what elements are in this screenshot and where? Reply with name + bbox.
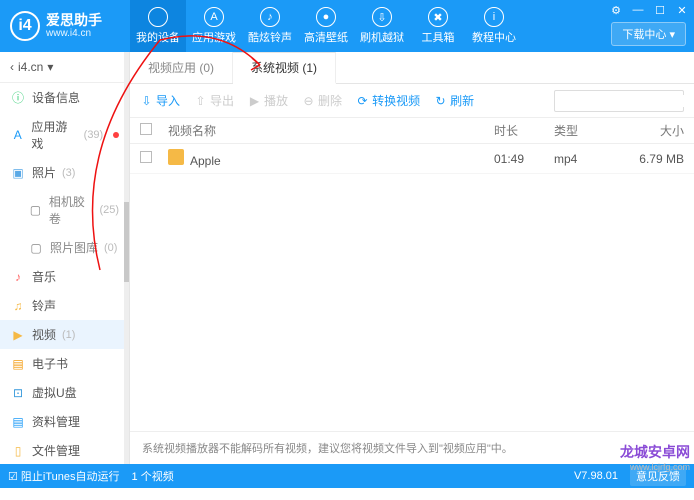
minimize-icon[interactable]: — (630, 2, 646, 18)
convert-icon: ⟳ (356, 94, 369, 107)
sidebar-item-照片图库[interactable]: ▢照片图库 (0) (0, 233, 129, 262)
chevron-down-icon: ▾ (669, 29, 675, 41)
logo-icon: i4 (10, 11, 40, 41)
sidebar-item-音乐[interactable]: ♪音乐 (0, 262, 129, 291)
nav-icon: ✖ (428, 7, 448, 27)
nav-icon: ● (316, 7, 336, 27)
folder-icon: ▢ (28, 240, 44, 256)
delete-button[interactable]: ⊖删除 (302, 92, 342, 109)
sidebar-icon: ♪ (10, 269, 26, 285)
nav-icon: A (204, 7, 224, 27)
nav-高清壁纸[interactable]: ●高清壁纸 (298, 0, 354, 52)
sidebar-item-资料管理[interactable]: ▤资料管理 (0, 407, 129, 436)
sidebar-icon: ▶ (10, 327, 26, 343)
sidebar-icon: A (10, 127, 25, 143)
table-row[interactable]: Apple01:49mp46.79 MB (130, 144, 694, 174)
app-header: i4 爱思助手 www.i4.cn 我的设备A应用游戏♪酷炫铃声●高清壁纸⇩刷机… (0, 0, 694, 52)
tab-系统视频[interactable]: 系统视频 (1) (233, 52, 336, 84)
refresh-icon: ↻ (434, 94, 447, 107)
nav-刷机越狱[interactable]: ⇩刷机越狱 (354, 0, 410, 52)
sidebar-scrollbar[interactable] (124, 52, 129, 464)
search-input[interactable] (559, 95, 694, 107)
sidebar-icon: ▤ (10, 356, 26, 372)
sidebar-item-视频[interactable]: ▶视频 (1) (0, 320, 129, 349)
col-duration[interactable]: 时长 (494, 122, 554, 139)
select-all-checkbox[interactable] (140, 123, 152, 135)
sidebar-item-相机胶卷[interactable]: ▢相机胶卷 (25) (0, 187, 129, 233)
chevron-down-icon: ▾ (47, 60, 53, 74)
col-size[interactable]: 大小 (614, 122, 684, 139)
sidebar-icon: ⊡ (10, 385, 26, 401)
export-button[interactable]: ⇧导出 (194, 92, 234, 109)
col-type[interactable]: 类型 (554, 122, 614, 139)
sidebar-item-电子书[interactable]: ▤电子书 (0, 349, 129, 378)
app-url: www.i4.cn (46, 28, 102, 39)
nav-icon: i (484, 7, 504, 27)
row-checkbox[interactable] (140, 151, 152, 163)
nav-icon: ⇩ (372, 7, 392, 27)
sidebar-item-虚拟U盘[interactable]: ⊡虚拟U盘 (0, 378, 129, 407)
sidebar-icon: ⓘ (10, 90, 26, 106)
item-count: 1 个视频 (132, 468, 174, 484)
sidebar-item-应用游戏[interactable]: A应用游戏 (39) (0, 112, 129, 158)
sidebar-item-照片[interactable]: ▣照片 (3) (0, 158, 129, 187)
sidebar-icon: ▤ (10, 414, 26, 430)
play-icon: ▶ (248, 94, 261, 107)
convert-button[interactable]: ⟳转换视频 (356, 92, 420, 109)
breadcrumb[interactable]: ‹ i4.cn ▾ (0, 52, 129, 83)
search-box[interactable]: 🔍 (554, 90, 684, 112)
settings-icon[interactable]: ⚙ (608, 2, 624, 18)
tab-视频应用[interactable]: 视频应用 (0) (130, 52, 233, 83)
sidebar-item-设备信息[interactable]: ⓘ设备信息 (0, 83, 129, 112)
feedback-button[interactable]: 意见反馈 (630, 466, 686, 486)
logo: i4 爱思助手 www.i4.cn (0, 11, 130, 41)
nav-工具箱[interactable]: ✖工具箱 (410, 0, 466, 52)
block-itunes-checkbox[interactable]: ☑ 阻止iTunes自动运行 (8, 468, 120, 484)
export-icon: ⇧ (194, 94, 207, 107)
tab-bar: 视频应用 (0)系统视频 (1) (130, 52, 694, 84)
toolbar: ⇩导入 ⇧导出 ▶播放 ⊖删除 ⟳转换视频 ↻刷新 🔍 (130, 84, 694, 118)
play-button[interactable]: ▶播放 (248, 92, 288, 109)
maximize-icon[interactable]: ☐ (652, 2, 668, 18)
nav-应用游戏[interactable]: A应用游戏 (186, 0, 242, 52)
folder-icon: ▢ (28, 202, 43, 218)
table-header: 视频名称 时长 类型 大小 (130, 118, 694, 144)
hint-text: 系统视频播放器不能解码所有视频，建议您将视频文件导入到"视频应用"中。 (130, 431, 694, 464)
window-controls: ⚙ — ☐ ✕ (608, 2, 690, 18)
video-file-icon (168, 149, 184, 165)
col-name[interactable]: 视频名称 (168, 122, 494, 139)
status-bar: ☑ 阻止iTunes自动运行 1 个视频 V7.98.01 意见反馈 (0, 464, 694, 488)
delete-icon: ⊖ (302, 94, 315, 107)
nav-icon (148, 7, 168, 27)
nav-教程中心[interactable]: i教程中心 (466, 0, 522, 52)
close-icon[interactable]: ✕ (674, 2, 690, 18)
chevron-left-icon: ‹ (10, 60, 14, 74)
sidebar-item-铃声[interactable]: ♫铃声 (0, 291, 129, 320)
refresh-button[interactable]: ↻刷新 (434, 92, 474, 109)
sidebar-icon: ▯ (10, 443, 26, 459)
sidebar-icon: ♫ (10, 298, 26, 314)
main-panel: 视频应用 (0)系统视频 (1) ⇩导入 ⇧导出 ▶播放 ⊖删除 ⟳转换视频 ↻… (130, 52, 694, 464)
nav-我的设备[interactable]: 我的设备 (130, 0, 186, 52)
app-name: 爱思助手 (46, 13, 102, 28)
nav-icon: ♪ (260, 7, 280, 27)
version-label: V7.98.01 (574, 470, 618, 482)
download-center-button[interactable]: 下载中心 ▾ (611, 22, 686, 46)
notification-dot (113, 132, 119, 138)
import-button[interactable]: ⇩导入 (140, 92, 180, 109)
sidebar-icon: ▣ (10, 165, 26, 181)
sidebar: ‹ i4.cn ▾ ⓘ设备信息A应用游戏 (39)▣照片 (3)▢相机胶卷 (2… (0, 52, 130, 464)
nav-酷炫铃声[interactable]: ♪酷炫铃声 (242, 0, 298, 52)
sidebar-item-文件管理[interactable]: ▯文件管理 (0, 436, 129, 464)
import-icon: ⇩ (140, 94, 153, 107)
